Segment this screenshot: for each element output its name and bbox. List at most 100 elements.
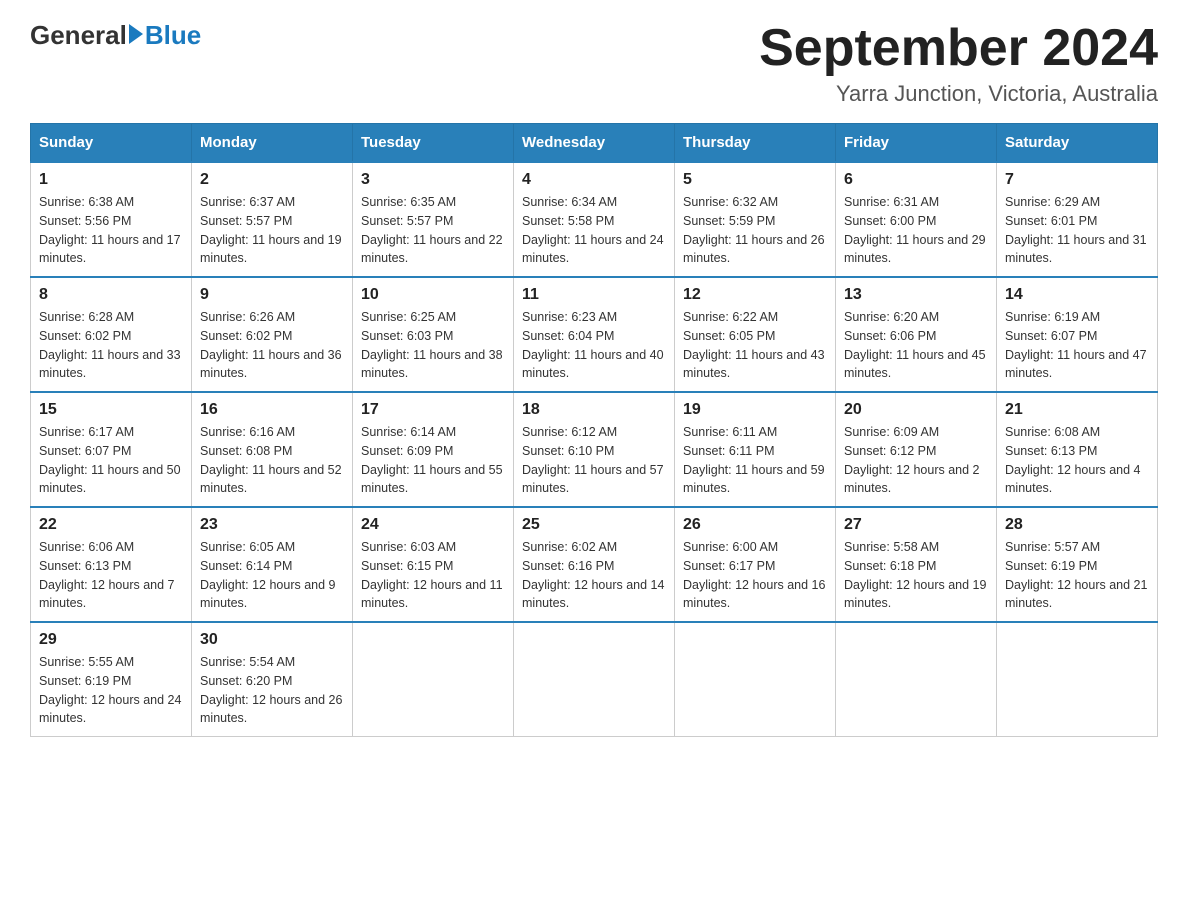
day-number: 12 xyxy=(683,286,827,304)
day-number: 6 xyxy=(844,171,988,189)
calendar-day-cell xyxy=(353,622,514,737)
calendar-day-cell: 18 Sunrise: 6:12 AMSunset: 6:10 PMDayligh… xyxy=(514,392,675,507)
day-info: Sunrise: 5:55 AMSunset: 6:19 PMDaylight:… xyxy=(39,653,183,728)
day-number: 17 xyxy=(361,401,505,419)
day-number: 22 xyxy=(39,516,183,534)
day-info: Sunrise: 6:06 AMSunset: 6:13 PMDaylight:… xyxy=(39,538,183,613)
day-info: Sunrise: 6:22 AMSunset: 6:05 PMDaylight:… xyxy=(683,308,827,383)
calendar-day-cell: 8Sunrise: 6:28 AMSunset: 6:02 PMDaylight… xyxy=(31,277,192,392)
calendar-day-cell xyxy=(675,622,836,737)
day-number: 24 xyxy=(361,516,505,534)
day-number: 10 xyxy=(361,286,505,304)
calendar-day-cell: 4Sunrise: 6:34 AMSunset: 5:58 PMDaylight… xyxy=(514,162,675,277)
day-info: Sunrise: 6:16 AMSunset: 6:08 PMDaylight:… xyxy=(200,423,344,498)
day-info: Sunrise: 6:17 AMSunset: 6:07 PMDaylight:… xyxy=(39,423,183,498)
day-info: Sunrise: 6:31 AMSunset: 6:00 PMDaylight:… xyxy=(844,193,988,268)
day-info: Sunrise: 6:12 AMSunset: 6:10 PMDaylight:… xyxy=(522,423,666,498)
day-number: 9 xyxy=(200,286,344,304)
title-area: September 2024 Yarra Junction, Victoria,… xyxy=(759,20,1158,107)
month-year-title: September 2024 xyxy=(759,20,1158,77)
calendar-day-cell: 16 Sunrise: 6:16 AMSunset: 6:08 PMDayligh… xyxy=(192,392,353,507)
day-number: 15 xyxy=(39,401,183,419)
day-number: 30 xyxy=(200,631,344,649)
day-info: Sunrise: 6:26 AMSunset: 6:02 PMDaylight:… xyxy=(200,308,344,383)
day-info: Sunrise: 6:29 AMSunset: 6:01 PMDaylight:… xyxy=(1005,193,1149,268)
day-info: Sunrise: 6:28 AMSunset: 6:02 PMDaylight:… xyxy=(39,308,183,383)
calendar-day-header: Wednesday xyxy=(514,124,675,163)
calendar-day-cell: 24 Sunrise: 6:03 AMSunset: 6:15 PMDayligh… xyxy=(353,507,514,622)
logo-general-text: General xyxy=(30,20,127,51)
day-number: 5 xyxy=(683,171,827,189)
calendar-day-header: Friday xyxy=(836,124,997,163)
calendar-day-cell: 13Sunrise: 6:20 AMSunset: 6:06 PMDayligh… xyxy=(836,277,997,392)
day-number: 3 xyxy=(361,171,505,189)
day-number: 27 xyxy=(844,516,988,534)
calendar-week-row: 15 Sunrise: 6:17 AMSunset: 6:07 PMDayligh… xyxy=(31,392,1158,507)
calendar-week-row: 22 Sunrise: 6:06 AMSunset: 6:13 PMDayligh… xyxy=(31,507,1158,622)
calendar-day-cell: 19Sunrise: 6:11 AMSunset: 6:11 PMDayligh… xyxy=(675,392,836,507)
calendar-day-cell xyxy=(997,622,1158,737)
calendar-day-cell: 23 Sunrise: 6:05 AMSunset: 6:14 PMDayligh… xyxy=(192,507,353,622)
calendar-day-cell: 10 Sunrise: 6:25 AMSunset: 6:03 PMDayligh… xyxy=(353,277,514,392)
calendar-day-cell: 29 Sunrise: 5:55 AMSunset: 6:19 PMDayligh… xyxy=(31,622,192,737)
calendar-day-cell: 14Sunrise: 6:19 AMSunset: 6:07 PMDayligh… xyxy=(997,277,1158,392)
calendar-day-cell: 1 Sunrise: 6:38 AMSunset: 5:56 PMDaylight… xyxy=(31,162,192,277)
day-number: 14 xyxy=(1005,286,1149,304)
day-number: 7 xyxy=(1005,171,1149,189)
day-number: 25 xyxy=(522,516,666,534)
calendar-day-cell: 9 Sunrise: 6:26 AMSunset: 6:02 PMDaylight… xyxy=(192,277,353,392)
calendar-day-cell: 2Sunrise: 6:37 AMSunset: 5:57 PMDaylight… xyxy=(192,162,353,277)
calendar-day-header: Thursday xyxy=(675,124,836,163)
calendar-day-cell: 25 Sunrise: 6:02 AMSunset: 6:16 PMDayligh… xyxy=(514,507,675,622)
day-number: 4 xyxy=(522,171,666,189)
day-info: Sunrise: 6:14 AMSunset: 6:09 PMDaylight:… xyxy=(361,423,505,498)
logo: General Blue xyxy=(30,20,201,51)
calendar-day-header: Sunday xyxy=(31,124,192,163)
day-number: 19 xyxy=(683,401,827,419)
logo-triangle-icon xyxy=(129,24,143,44)
day-info: Sunrise: 6:37 AMSunset: 5:57 PMDaylight:… xyxy=(200,193,344,268)
day-info: Sunrise: 6:05 AMSunset: 6:14 PMDaylight:… xyxy=(200,538,344,613)
calendar-day-cell: 3 Sunrise: 6:35 AMSunset: 5:57 PMDaylight… xyxy=(353,162,514,277)
day-number: 13 xyxy=(844,286,988,304)
logo-text: General Blue xyxy=(30,20,201,51)
day-info: Sunrise: 6:25 AMSunset: 6:03 PMDaylight:… xyxy=(361,308,505,383)
day-info: Sunrise: 6:38 AMSunset: 5:56 PMDaylight:… xyxy=(39,193,183,268)
calendar-day-cell: 30 Sunrise: 5:54 AMSunset: 6:20 PMDayligh… xyxy=(192,622,353,737)
day-info: Sunrise: 6:02 AMSunset: 6:16 PMDaylight:… xyxy=(522,538,666,613)
day-info: Sunrise: 5:58 AMSunset: 6:18 PMDaylight:… xyxy=(844,538,988,613)
calendar-day-cell: 21 Sunrise: 6:08 AMSunset: 6:13 PMDayligh… xyxy=(997,392,1158,507)
calendar-week-row: 1 Sunrise: 6:38 AMSunset: 5:56 PMDaylight… xyxy=(31,162,1158,277)
day-number: 28 xyxy=(1005,516,1149,534)
day-info: Sunrise: 6:35 AMSunset: 5:57 PMDaylight:… xyxy=(361,193,505,268)
day-info: Sunrise: 6:03 AMSunset: 6:15 PMDaylight:… xyxy=(361,538,505,613)
day-info: Sunrise: 6:08 AMSunset: 6:13 PMDaylight:… xyxy=(1005,423,1149,498)
day-number: 29 xyxy=(39,631,183,649)
calendar-header-row: SundayMondayTuesdayWednesdayThursdayFrid… xyxy=(31,124,1158,163)
calendar-week-row: 8Sunrise: 6:28 AMSunset: 6:02 PMDaylight… xyxy=(31,277,1158,392)
day-info: Sunrise: 6:23 AMSunset: 6:04 PMDaylight:… xyxy=(522,308,666,383)
day-info: Sunrise: 5:57 AMSunset: 6:19 PMDaylight:… xyxy=(1005,538,1149,613)
calendar-day-cell: 26 Sunrise: 6:00 AMSunset: 6:17 PMDayligh… xyxy=(675,507,836,622)
calendar-day-cell: 22 Sunrise: 6:06 AMSunset: 6:13 PMDayligh… xyxy=(31,507,192,622)
day-number: 23 xyxy=(200,516,344,534)
day-number: 1 xyxy=(39,171,183,189)
day-number: 26 xyxy=(683,516,827,534)
day-number: 21 xyxy=(1005,401,1149,419)
calendar-day-cell: 7 Sunrise: 6:29 AMSunset: 6:01 PMDaylight… xyxy=(997,162,1158,277)
day-number: 16 xyxy=(200,401,344,419)
day-info: Sunrise: 6:09 AMSunset: 6:12 PMDaylight:… xyxy=(844,423,988,498)
day-number: 11 xyxy=(522,286,666,304)
calendar-day-cell xyxy=(836,622,997,737)
calendar-day-header: Saturday xyxy=(997,124,1158,163)
calendar-day-header: Tuesday xyxy=(353,124,514,163)
calendar-day-cell: 5 Sunrise: 6:32 AMSunset: 5:59 PMDaylight… xyxy=(675,162,836,277)
day-info: Sunrise: 6:00 AMSunset: 6:17 PMDaylight:… xyxy=(683,538,827,613)
day-info: Sunrise: 5:54 AMSunset: 6:20 PMDaylight:… xyxy=(200,653,344,728)
calendar-day-cell: 27 Sunrise: 5:58 AMSunset: 6:18 PMDayligh… xyxy=(836,507,997,622)
day-number: 18 xyxy=(522,401,666,419)
day-info: Sunrise: 6:32 AMSunset: 5:59 PMDaylight:… xyxy=(683,193,827,268)
calendar-day-cell: 11 Sunrise: 6:23 AMSunset: 6:04 PMDayligh… xyxy=(514,277,675,392)
calendar-day-header: Monday xyxy=(192,124,353,163)
calendar-day-cell: 12 Sunrise: 6:22 AMSunset: 6:05 PMDayligh… xyxy=(675,277,836,392)
